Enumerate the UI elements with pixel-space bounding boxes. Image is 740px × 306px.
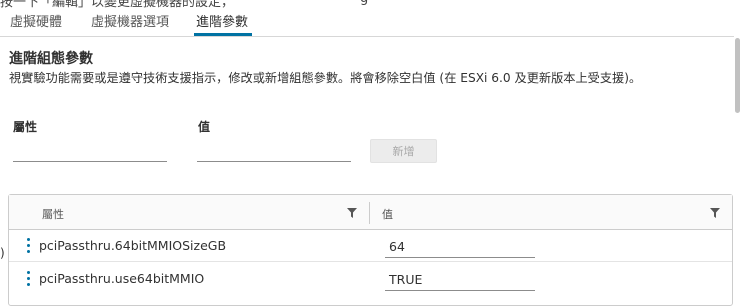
value-input[interactable] (197, 141, 351, 162)
row-attribute: pciPassthru.64bitMMIOSizeGB (39, 238, 227, 253)
attribute-field-label: 屬性 (13, 120, 38, 134)
tab-vm-options[interactable]: 虛擬機器選項 (91, 11, 169, 30)
left-edge-glyph: ) (0, 246, 5, 260)
parameters-grid: 屬性 值 pciPassthru.64bitMMIOSizeGB 64 pciP… (8, 194, 733, 306)
row-value-field[interactable]: 64 (385, 233, 535, 258)
tab-bar: 虛擬硬體 虛擬機器選項 進階參數 (0, 0, 734, 37)
tabs-divider (0, 36, 734, 37)
row-attribute: pciPassthru.use64bitMMIO (39, 271, 205, 286)
section-description: 視實驗功能需要或是遵守技術支援指示，修改或新增組態參數。將會移除空白值 (在 E… (9, 71, 642, 85)
row-actions-icon[interactable] (24, 238, 32, 254)
grid-header: 屬性 值 (9, 195, 732, 230)
value-field-label: 值 (198, 120, 211, 134)
table-row: pciPassthru.64bitMMIOSizeGB 64 (9, 229, 732, 262)
row-value-field[interactable]: TRUE (385, 266, 535, 291)
column-separator (369, 202, 370, 224)
section-title: 進階組態參數 (9, 51, 93, 67)
column-header-attribute[interactable]: 屬性 (42, 206, 64, 222)
column-header-value[interactable]: 值 (382, 206, 393, 222)
row-actions-icon[interactable] (24, 271, 32, 287)
table-row: pciPassthru.use64bitMMIO TRUE (9, 261, 732, 295)
tab-advanced-parameters[interactable]: 進階參數 (196, 11, 248, 30)
value-filter-icon[interactable] (710, 208, 720, 218)
attribute-filter-icon[interactable] (347, 208, 357, 218)
vertical-scrollbar[interactable] (735, 38, 740, 113)
tab-virtual-hardware[interactable]: 虛擬硬體 (10, 11, 62, 30)
attribute-input[interactable] (13, 141, 167, 162)
row-value: 64 (389, 239, 405, 254)
row-value: TRUE (389, 272, 423, 287)
add-button[interactable]: 新增 (370, 139, 437, 163)
